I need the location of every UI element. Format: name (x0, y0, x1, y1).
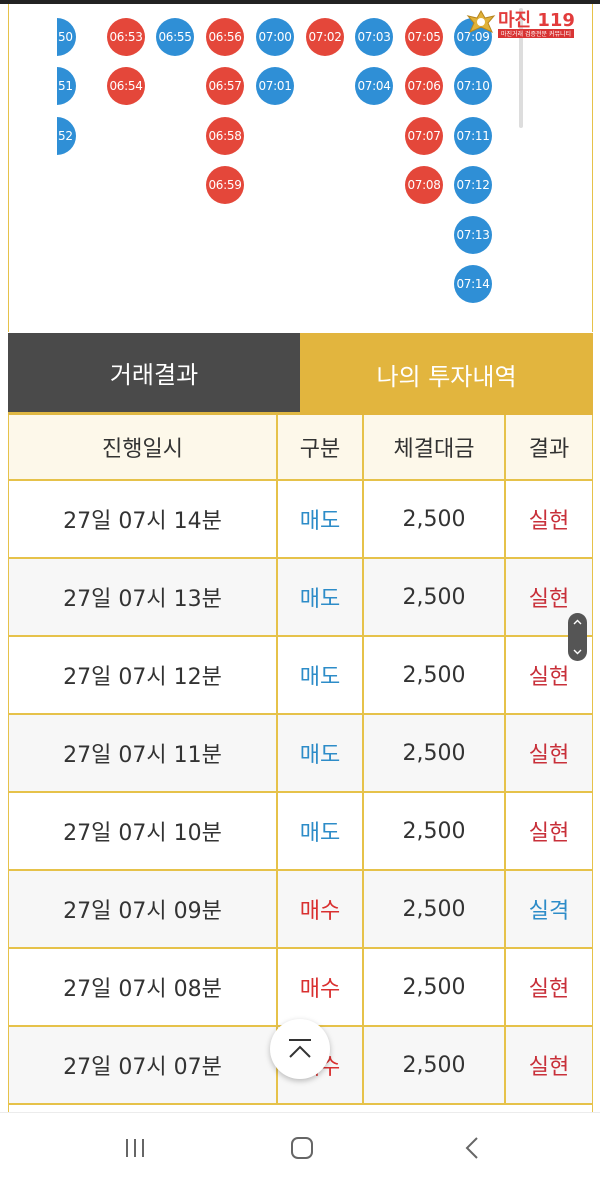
table-row: 27일 07시 14분 매도 2,500 실현 (9, 481, 592, 559)
cell-datetime: 27일 07시 10분 (9, 793, 278, 869)
cell-amount: 2,500 (364, 559, 506, 635)
recent-apps-button[interactable] (115, 1131, 155, 1165)
bead-red: 07:05 (405, 18, 443, 56)
cell-type: 매도 (278, 481, 364, 557)
table-row: 27일 07시 09분 매수 2,500 실격 (9, 871, 592, 949)
page-scroll-handle[interactable] (568, 613, 587, 661)
cell-datetime: 27일 07시 08분 (9, 949, 278, 1025)
cell-datetime: 27일 07시 11분 (9, 715, 278, 791)
home-button[interactable] (282, 1131, 322, 1165)
cell-amount: 2,500 (364, 871, 506, 947)
bead-red: 06:57 (206, 67, 244, 105)
table-row: 27일 07시 13분 매도 2,500 실현 (9, 559, 592, 637)
cell-result: 실현 (528, 509, 570, 534)
bead-red: 06:56 (206, 18, 244, 56)
bead-blue: 06:55 (156, 18, 194, 56)
bead-red: 06:58 (206, 117, 244, 155)
cell-amount: 2,500 (364, 481, 506, 557)
table-header-row: 진행일시 구분 체결대금 결과 (9, 415, 592, 481)
cell-amount: 2,500 (364, 1027, 506, 1103)
table-row: 27일 07시 10분 매도 2,500 실현 (9, 793, 592, 871)
cell-datetime: 27일 07시 12분 (9, 637, 278, 713)
bead-red: 07:08 (405, 166, 443, 204)
cell-datetime: 27일 07시 13분 (9, 559, 278, 635)
cell-result: 실현 (528, 743, 570, 768)
cell-type: 매도 (278, 559, 364, 635)
eagle-emblem-icon (466, 9, 496, 33)
back-icon (465, 1137, 478, 1159)
bead-blue: 07:01 (256, 67, 294, 105)
header-amount: 체결대금 (364, 415, 506, 479)
recent-apps-icon (126, 1139, 144, 1157)
cell-type: 매도 (278, 793, 364, 869)
cell-amount: 2,500 (364, 793, 506, 869)
bead-blue: 50 (57, 18, 76, 56)
cell-amount: 2,500 (364, 949, 506, 1025)
table-row: 27일 07시 12분 매도 2,500 실현 (9, 637, 592, 715)
cell-result: 실현 (528, 977, 570, 1002)
cell-datetime: 27일 07시 07분 (9, 1027, 278, 1103)
watermark-subtitle: 마진거래 검증전문 커뮤니티 (498, 29, 575, 38)
cell-type: 매도 (278, 637, 364, 713)
cell-result: 실현 (528, 821, 570, 846)
bead-blue: 07:03 (355, 18, 393, 56)
tab-bar: 거래결과 나의 투자내역 (8, 333, 593, 415)
table-row: 27일 07시 08분 매수 2,500 실현 (9, 949, 592, 1027)
tab-my-investment-history[interactable]: 나의 투자내역 (300, 333, 593, 415)
bead-red: 06:59 (206, 166, 244, 204)
bead-blue: 07:11 (454, 117, 492, 155)
cell-result: 실현 (528, 1055, 570, 1080)
cell-type: 매도 (278, 715, 364, 791)
chevron-up-bar-icon (289, 1039, 311, 1058)
bead-blue: 51 (57, 67, 76, 105)
bead-red: 07:07 (405, 117, 443, 155)
chevron-up-icon (573, 619, 582, 625)
scroll-to-top-button[interactable] (270, 1019, 330, 1079)
bead-red: 07:06 (405, 67, 443, 105)
bead-blue: 07:13 (454, 216, 492, 254)
bead-blue: 07:12 (454, 166, 492, 204)
bead-blue: 07:04 (355, 67, 393, 105)
header-datetime: 진행일시 (9, 415, 278, 479)
watermark-logo: 마진 119 마진거래 검증전문 커뮤니티 (462, 6, 590, 40)
header-type: 구분 (278, 415, 364, 479)
cell-result: 실격 (528, 899, 570, 924)
cell-amount: 2,500 (364, 715, 506, 791)
bead-red: 07:02 (306, 18, 344, 56)
home-icon (291, 1137, 313, 1159)
table-row: 27일 07시 11분 매도 2,500 실현 (9, 715, 592, 793)
app-screen: 50 51 52 06:53 06:54 06:55 06:56 06:57 06:58 06:5… (0, 0, 600, 1182)
tab-trade-results[interactable]: 거래결과 (8, 333, 300, 415)
system-navigation-bar (0, 1112, 600, 1182)
bead-blue: 07:10 (454, 67, 492, 105)
bead-red: 06:53 (107, 18, 145, 56)
bead-blue: 07:14 (454, 265, 492, 303)
bead-blue: 52 (57, 117, 76, 155)
header-result: 결과 (528, 437, 570, 462)
table-body: 27일 07시 14분 매도 2,500 실현 27일 07시 13분 매도 2,500 실현… (9, 481, 592, 1105)
cell-type: 매수 (278, 871, 364, 947)
bead-red: 06:54 (107, 67, 145, 105)
cell-datetime: 27일 07시 09분 (9, 871, 278, 947)
bead-blue: 07:00 (256, 18, 294, 56)
bead-road-board[interactable]: 50 51 52 06:53 06:54 06:55 06:56 06:57 06:58 06:5… (8, 4, 593, 332)
cell-amount: 2,500 (364, 637, 506, 713)
chevron-down-icon (573, 649, 582, 655)
cell-datetime: 27일 07시 14분 (9, 481, 278, 557)
cell-type: 매수 (278, 949, 364, 1025)
trade-results-table: 진행일시 구분 체결대금 결과 27일 07시 14분 매도 2,500 실현 27일 … (8, 415, 593, 1112)
back-button[interactable] (452, 1131, 492, 1165)
